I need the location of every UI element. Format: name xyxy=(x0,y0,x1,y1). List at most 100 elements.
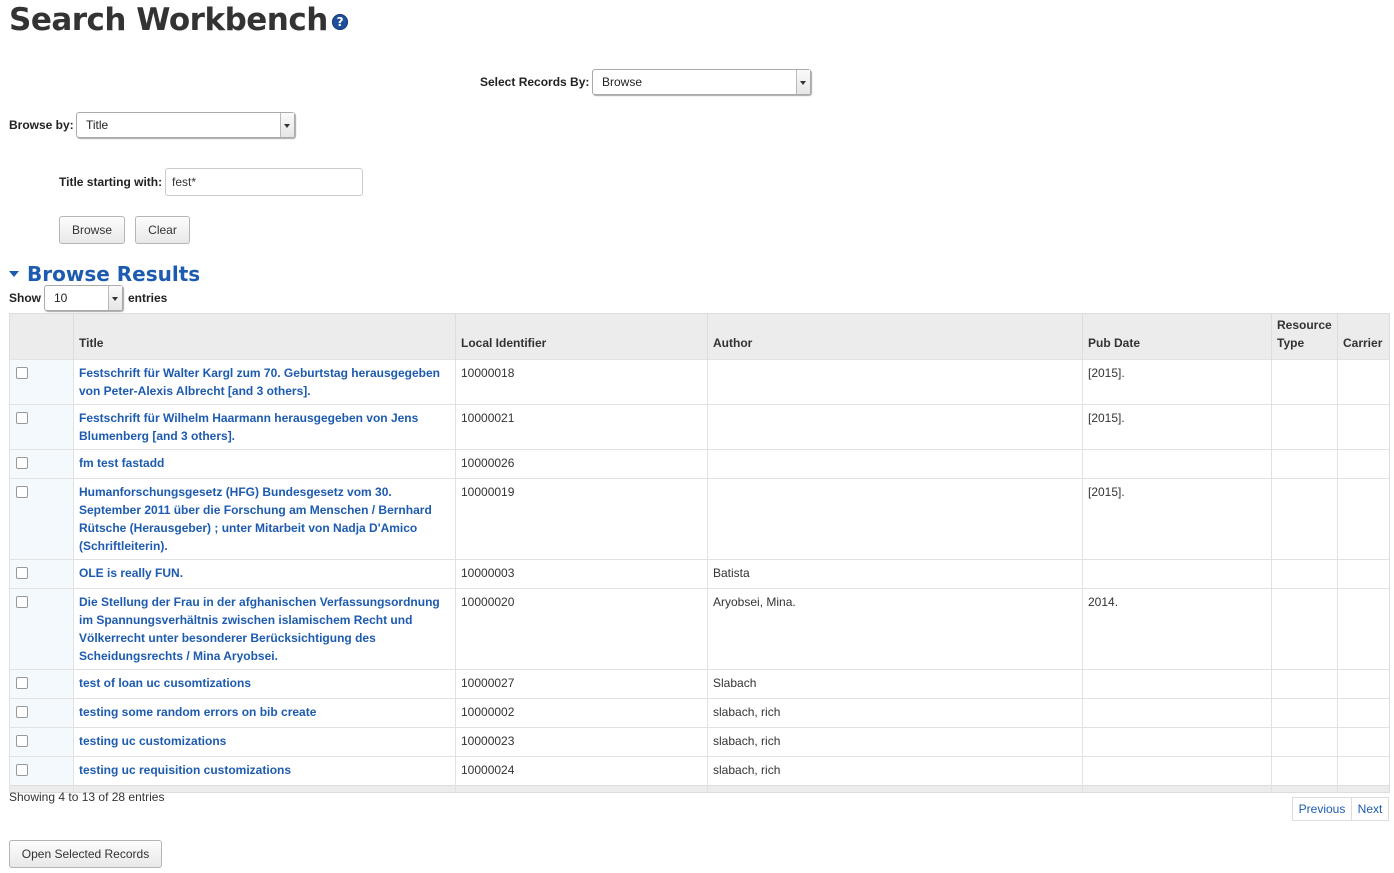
carrier-cell xyxy=(1337,449,1390,479)
pub-date-cell xyxy=(1082,449,1272,479)
row-checkbox[interactable] xyxy=(16,764,28,776)
local-identifier-cell: 10000021 xyxy=(455,404,708,450)
browse-results-heading[interactable]: Browse Results xyxy=(9,262,200,286)
table-row: Festschrift für Wilhelm Haarmann herausg… xyxy=(9,404,1390,450)
pub-date-cell: [2015]. xyxy=(1082,478,1272,560)
title-link[interactable]: test of loan uc cusomtizations xyxy=(79,676,251,690)
column-header-pub-date[interactable]: Pub Date xyxy=(1082,313,1272,360)
select-records-dropdown[interactable]: Browse xyxy=(592,69,811,95)
title-cell: testing uc requisition customizations xyxy=(73,756,456,786)
select-records-value: Browse xyxy=(602,75,643,89)
title-search-input[interactable] xyxy=(165,168,363,196)
local-identifier-cell: 10000019 xyxy=(455,478,708,560)
row-select-cell xyxy=(9,559,74,589)
next-page-button[interactable]: Next xyxy=(1351,797,1389,821)
row-select-cell xyxy=(9,359,74,405)
author-cell: Batista xyxy=(707,559,1083,589)
browse-by-label: Browse by: xyxy=(9,118,74,132)
table-footer-row xyxy=(9,785,1390,793)
table-row: testing uc requisition customizations 10… xyxy=(9,756,1390,786)
results-table: Title Local Identifier Author Pub Date R… xyxy=(9,313,1390,793)
table-row: Humanforschungsgesetz (HFG) Bundesgesetz… xyxy=(9,478,1390,560)
title-link[interactable]: Festschrift für Wilhelm Haarmann herausg… xyxy=(79,411,418,443)
table-row: testing uc customizations 10000023 slaba… xyxy=(9,727,1390,757)
carrier-cell xyxy=(1337,588,1390,670)
browse-by-value: Title xyxy=(86,118,109,132)
row-checkbox[interactable] xyxy=(16,412,28,424)
collapse-triangle-icon[interactable] xyxy=(9,270,19,277)
title-link[interactable]: testing uc customizations xyxy=(79,734,226,748)
open-selected-records-button[interactable]: Open Selected Records xyxy=(9,840,162,868)
title-link[interactable]: Humanforschungsgesetz (HFG) Bundesgesetz… xyxy=(79,485,432,553)
page-title-text: Search Workbench xyxy=(9,2,328,38)
column-header-local-identifier[interactable]: Local Identifier xyxy=(455,313,708,360)
previous-page-button[interactable]: Previous xyxy=(1292,797,1352,821)
row-select-cell xyxy=(9,727,74,757)
row-select-cell xyxy=(9,698,74,728)
resource-type-cell xyxy=(1271,727,1338,757)
resource-type-cell xyxy=(1271,449,1338,479)
carrier-cell xyxy=(1337,478,1390,560)
resource-type-cell xyxy=(1271,404,1338,450)
author-cell: slabach, rich xyxy=(707,727,1083,757)
title-cell: Die Stellung der Frau in der afghanische… xyxy=(73,588,456,670)
row-select-cell xyxy=(9,669,74,699)
carrier-cell xyxy=(1337,669,1390,699)
carrier-cell xyxy=(1337,698,1390,728)
show-label: Show xyxy=(9,291,41,305)
browse-results-title: Browse Results xyxy=(27,262,201,286)
chevron-down-icon xyxy=(280,113,294,137)
row-select-cell xyxy=(9,449,74,479)
row-checkbox[interactable] xyxy=(16,457,28,469)
title-link[interactable]: Festschrift für Walter Kargl zum 70. Geb… xyxy=(79,366,440,398)
row-checkbox[interactable] xyxy=(16,367,28,379)
chevron-down-icon xyxy=(796,70,810,94)
title-cell: Humanforschungsgesetz (HFG) Bundesgesetz… xyxy=(73,478,456,560)
local-identifier-cell: 10000018 xyxy=(455,359,708,405)
title-link[interactable]: testing uc requisition customizations xyxy=(79,763,291,777)
title-link[interactable]: OLE is really FUN. xyxy=(79,566,183,580)
pub-date-cell xyxy=(1082,727,1272,757)
row-checkbox[interactable] xyxy=(16,677,28,689)
row-select-cell xyxy=(9,756,74,786)
row-checkbox[interactable] xyxy=(16,596,28,608)
entries-label: entries xyxy=(128,291,168,305)
title-link[interactable]: testing some random errors on bib create xyxy=(79,705,316,719)
browse-button[interactable]: Browse xyxy=(59,216,125,244)
row-checkbox[interactable] xyxy=(16,735,28,747)
row-checkbox[interactable] xyxy=(16,567,28,579)
row-checkbox[interactable] xyxy=(16,486,28,498)
carrier-cell xyxy=(1337,559,1390,589)
title-cell: Festschrift für Walter Kargl zum 70. Geb… xyxy=(73,359,456,405)
pub-date-cell: [2015]. xyxy=(1082,359,1272,405)
resource-type-cell xyxy=(1271,359,1338,405)
table-header-row: Title Local Identifier Author Pub Date R… xyxy=(9,313,1390,360)
row-select-cell xyxy=(9,478,74,560)
chevron-down-icon xyxy=(108,286,122,310)
resource-type-cell xyxy=(1271,559,1338,589)
author-cell: slabach, rich xyxy=(707,698,1083,728)
title-link[interactable]: Die Stellung der Frau in der afghanische… xyxy=(79,595,440,663)
row-checkbox[interactable] xyxy=(16,706,28,718)
title-cell: fm test fastadd xyxy=(73,449,456,479)
column-header-carrier[interactable]: Carrier xyxy=(1337,313,1390,360)
table-row: testing some random errors on bib create… xyxy=(9,698,1390,728)
resource-type-cell xyxy=(1271,478,1338,560)
column-header-author[interactable]: Author xyxy=(707,313,1083,360)
pub-date-cell xyxy=(1082,669,1272,699)
title-link[interactable]: fm test fastadd xyxy=(79,456,164,470)
pub-date-cell xyxy=(1082,756,1272,786)
resource-type-cell xyxy=(1271,669,1338,699)
title-starting-label: Title starting with: xyxy=(59,175,163,189)
table-row: OLE is really FUN. 10000003 Batista xyxy=(9,559,1390,589)
page-length-dropdown[interactable]: 10 xyxy=(44,285,123,311)
local-identifier-cell: 10000003 xyxy=(455,559,708,589)
select-records-label: Select Records By: xyxy=(480,75,590,89)
pub-date-cell: [2015]. xyxy=(1082,404,1272,450)
clear-button[interactable]: Clear xyxy=(135,216,190,244)
help-icon[interactable]: ? xyxy=(331,13,348,30)
column-header-resource-type[interactable]: Resource Type xyxy=(1271,313,1338,360)
title-cell: OLE is really FUN. xyxy=(73,559,456,589)
browse-by-dropdown[interactable]: Title xyxy=(76,112,295,138)
column-header-title[interactable]: Title xyxy=(73,313,456,360)
